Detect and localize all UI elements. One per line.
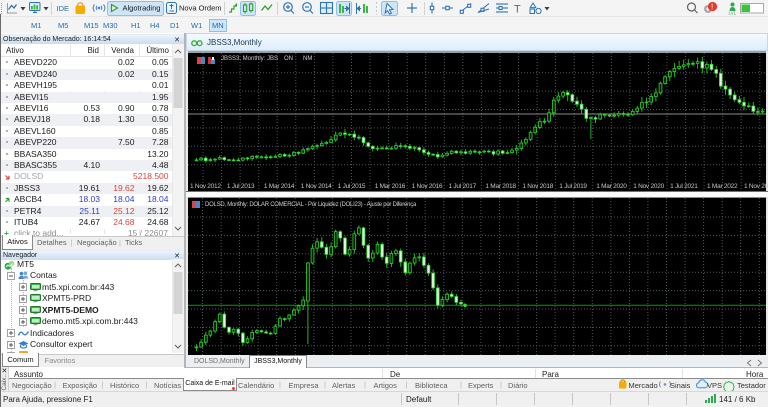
svg-text:LVL: LVL — [729, 11, 737, 16]
svg-text:!: ! — [711, 3, 713, 12]
svg-text:T: T — [514, 4, 521, 16]
svg-text:IDE: IDE — [57, 4, 70, 13]
svg-text:Algotrading: Algotrading — [123, 4, 161, 13]
svg-text:Nova Ordem: Nova Ordem — [179, 4, 222, 13]
